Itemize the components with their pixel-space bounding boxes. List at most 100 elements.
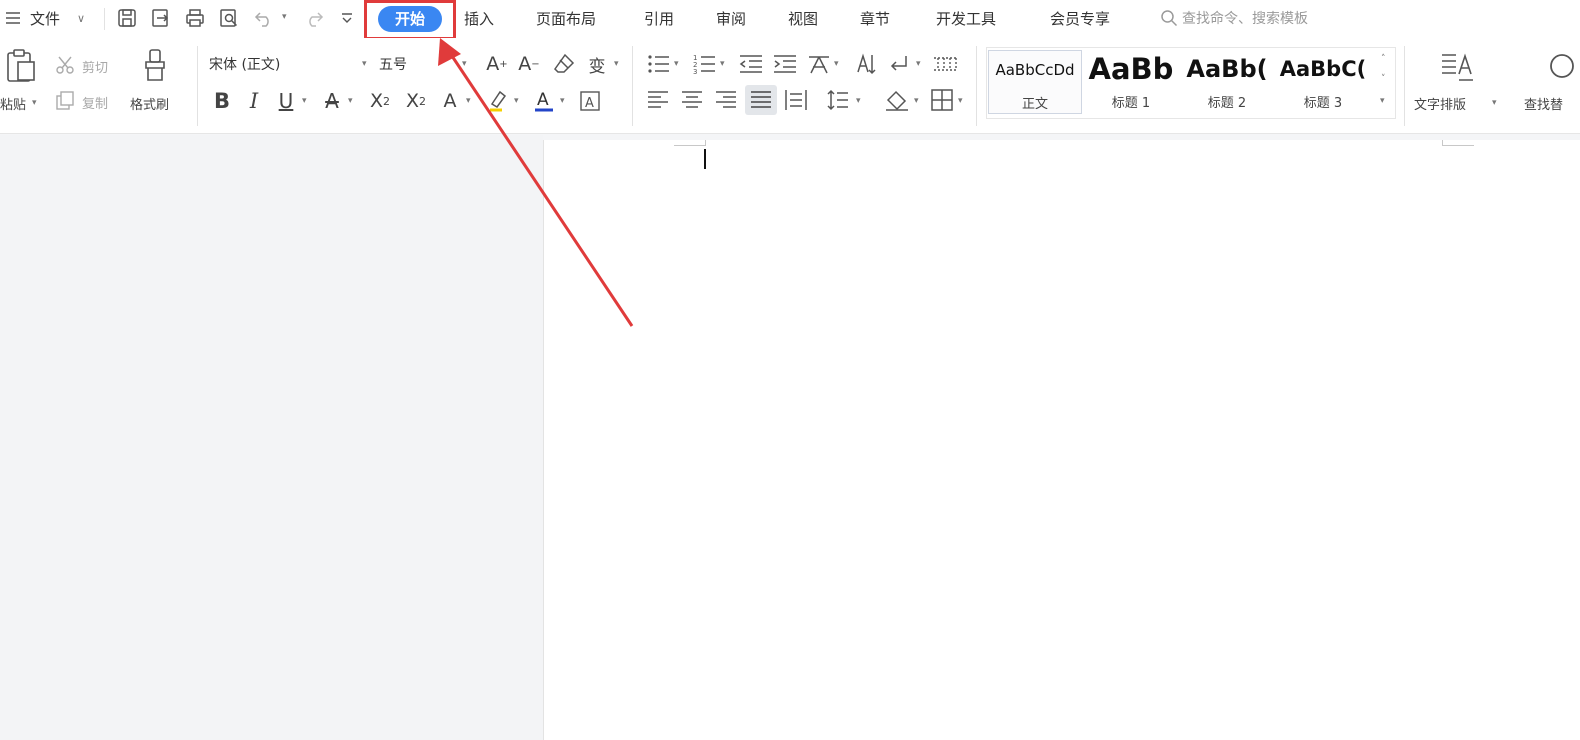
show-marks-icon[interactable] bbox=[886, 52, 912, 76]
text-effect-icon[interactable]: A bbox=[438, 88, 462, 114]
chinese-layout-icon[interactable] bbox=[806, 52, 832, 76]
tab-member[interactable]: 会员专享 bbox=[1050, 8, 1110, 29]
text-layout-dropdown-icon[interactable]: ▾ bbox=[1492, 98, 1497, 108]
text-layout-button[interactable]: 文字排版 bbox=[1414, 94, 1466, 113]
font-color-dropdown-icon[interactable]: ▾ bbox=[560, 96, 565, 106]
shading-dropdown-icon[interactable]: ▾ bbox=[914, 96, 919, 106]
export-icon[interactable] bbox=[150, 7, 172, 29]
chinese-layout-dropdown-icon[interactable]: ▾ bbox=[834, 59, 839, 69]
tab-developer[interactable]: 开发工具 bbox=[936, 8, 996, 29]
undo-dropdown-icon[interactable]: ▾ bbox=[282, 12, 287, 22]
align-left-icon[interactable] bbox=[646, 88, 670, 112]
find-replace-icon[interactable] bbox=[1546, 50, 1580, 84]
sort-icon[interactable] bbox=[854, 52, 878, 76]
increase-indent-icon[interactable] bbox=[772, 52, 798, 76]
superscript-icon[interactable]: X2 bbox=[366, 88, 394, 114]
paste-dropdown-icon[interactable]: ▾ bbox=[32, 98, 37, 108]
tab-review[interactable]: 审阅 bbox=[716, 8, 746, 29]
align-right-icon[interactable] bbox=[714, 88, 738, 112]
line-spacing-icon[interactable] bbox=[826, 88, 850, 112]
table-tools-icon[interactable] bbox=[932, 52, 960, 76]
svg-text:3: 3 bbox=[693, 68, 697, 76]
styles-scroll-up-icon[interactable]: ˄ bbox=[1381, 54, 1386, 64]
highlight-dropdown-icon[interactable]: ▾ bbox=[514, 96, 519, 106]
align-center-icon[interactable] bbox=[680, 88, 704, 112]
copy-icon[interactable] bbox=[54, 90, 76, 112]
font-size-select[interactable]: 五号 bbox=[374, 52, 470, 76]
font-name-select[interactable]: 宋体 (正文) bbox=[204, 52, 370, 76]
italic-icon[interactable]: I bbox=[242, 88, 266, 114]
style-heading-2-label: 标题 2 bbox=[1207, 96, 1247, 111]
underline-icon[interactable]: U bbox=[274, 88, 298, 114]
tab-view[interactable]: 视图 bbox=[788, 8, 818, 29]
numbered-dropdown-icon[interactable]: ▾ bbox=[720, 59, 725, 69]
styles-scroll-down-icon[interactable]: ˅ bbox=[1381, 74, 1386, 84]
search-icon bbox=[1160, 9, 1178, 27]
tab-page-layout[interactable]: 页面布局 bbox=[536, 8, 596, 29]
command-search-input[interactable]: 查找命令、搜索模板 bbox=[1182, 8, 1308, 28]
distribute-icon[interactable] bbox=[784, 88, 808, 112]
font-color-icon[interactable]: A bbox=[532, 88, 556, 114]
svg-text:A: A bbox=[537, 90, 549, 110]
grow-font-icon[interactable]: A + bbox=[484, 52, 510, 76]
show-marks-dropdown-icon[interactable]: ▾ bbox=[916, 59, 921, 69]
shading-icon[interactable] bbox=[884, 88, 910, 112]
char-border-icon[interactable]: A bbox=[578, 88, 602, 114]
borders-dropdown-icon[interactable]: ▾ bbox=[958, 96, 963, 106]
margin-mark-left bbox=[674, 145, 706, 146]
paste-button[interactable]: 粘贴 bbox=[0, 94, 26, 113]
cut-button[interactable]: 剪切 bbox=[82, 57, 108, 76]
borders-icon[interactable] bbox=[930, 88, 954, 112]
font-size-dropdown-icon[interactable]: ▾ bbox=[462, 59, 467, 69]
line-spacing-dropdown-icon[interactable]: ▾ bbox=[856, 96, 861, 106]
styles-more-icon[interactable]: ▾ bbox=[1380, 96, 1385, 106]
format-painter-icon[interactable] bbox=[140, 48, 170, 84]
highlight-box bbox=[364, 0, 456, 40]
highlight-color-icon[interactable] bbox=[486, 88, 510, 114]
clear-format-icon[interactable] bbox=[552, 52, 576, 76]
print-icon[interactable] bbox=[184, 7, 206, 29]
phonetic-dropdown-icon[interactable]: ▾ bbox=[614, 59, 619, 69]
subscript-icon[interactable]: X2 bbox=[402, 88, 430, 114]
style-heading-2[interactable]: AaBb( 标题 2 bbox=[1180, 50, 1274, 114]
hamburger-menu-icon[interactable] bbox=[4, 9, 22, 27]
undo-icon[interactable] bbox=[254, 8, 276, 28]
document-page[interactable] bbox=[543, 140, 1580, 740]
justify-icon[interactable] bbox=[745, 85, 777, 115]
file-menu[interactable]: 文件 bbox=[30, 8, 60, 29]
bold-icon[interactable]: B bbox=[210, 88, 234, 114]
redo-icon[interactable] bbox=[302, 8, 324, 28]
text-layout-icon[interactable] bbox=[1440, 50, 1474, 84]
margin-mark-right-tick bbox=[1442, 140, 1443, 146]
bullet-dropdown-icon[interactable]: ▾ bbox=[674, 59, 679, 69]
text-effect-dropdown-icon[interactable]: ▾ bbox=[466, 96, 471, 106]
strikethrough-icon[interactable]: A bbox=[320, 88, 344, 114]
copy-button[interactable]: 复制 bbox=[82, 93, 108, 112]
shrink-font-icon[interactable]: A − bbox=[516, 52, 542, 76]
style-normal[interactable]: AaBbCcDd 正文 bbox=[988, 50, 1082, 114]
ribbon-toolbar: 粘贴 ▾ 剪切 复制 格式刷 宋体 (正文) ▾ 五号 ▾ A + A − 变 ▾ … bbox=[0, 38, 1580, 134]
style-normal-label: 正文 bbox=[1021, 97, 1048, 112]
bullet-list-icon[interactable] bbox=[646, 52, 672, 76]
phonetic-guide-icon[interactable]: 变 bbox=[584, 52, 610, 77]
style-heading-3[interactable]: AaBbC( 标题 3 bbox=[1276, 50, 1370, 114]
font-name-dropdown-icon[interactable]: ▾ bbox=[362, 59, 367, 69]
save-icon[interactable] bbox=[116, 7, 138, 29]
decrease-indent-icon[interactable] bbox=[738, 52, 764, 76]
underline-dropdown-icon[interactable]: ▾ bbox=[302, 96, 307, 106]
style-heading-1-preview: AaBb bbox=[1088, 52, 1174, 86]
print-preview-icon[interactable] bbox=[218, 7, 240, 29]
strikethrough-dropdown-icon[interactable]: ▾ bbox=[348, 96, 353, 106]
tab-chapter[interactable]: 章节 bbox=[860, 8, 890, 29]
format-painter-button[interactable]: 格式刷 bbox=[130, 94, 169, 113]
tab-insert[interactable]: 插入 bbox=[464, 8, 494, 29]
scissors-icon[interactable] bbox=[54, 54, 76, 76]
tab-references[interactable]: 引用 bbox=[644, 8, 674, 29]
style-heading-1[interactable]: AaBb 标题 1 bbox=[1084, 50, 1178, 114]
paste-icon[interactable] bbox=[4, 48, 38, 84]
customize-toolbar-icon[interactable] bbox=[340, 10, 354, 26]
navigation-pane bbox=[0, 135, 543, 740]
numbered-list-icon[interactable]: 123 bbox=[692, 52, 718, 76]
chevron-down-icon[interactable]: ∨ bbox=[77, 12, 85, 25]
find-replace-button[interactable]: 查找替 bbox=[1524, 94, 1563, 113]
